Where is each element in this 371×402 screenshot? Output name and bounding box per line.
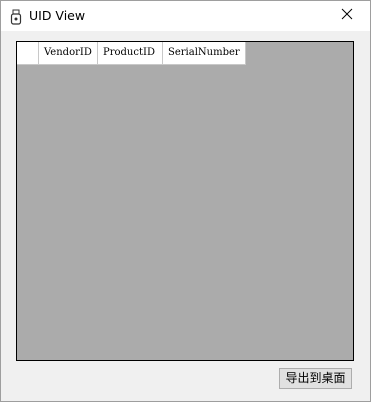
close-button[interactable] [324,1,370,31]
column-header-serial-number[interactable]: SerialNumber [163,42,246,64]
row-header-corner[interactable] [17,42,39,64]
column-header-vendor-id[interactable]: VendorID [39,42,98,64]
grid-header-row: VendorID ProductID SerialNumber [17,42,246,65]
uid-data-grid[interactable]: VendorID ProductID SerialNumber [16,41,354,361]
uid-view-window: UID View VendorID ProductID SerialNumber… [0,0,371,402]
column-header-product-id[interactable]: ProductID [98,42,163,64]
title-bar[interactable]: UID View [1,1,370,31]
export-to-desktop-button[interactable]: 导出到桌面 [279,368,352,389]
close-icon [341,7,353,25]
window-title: UID View [29,8,86,23]
usb-drive-icon [10,9,22,25]
